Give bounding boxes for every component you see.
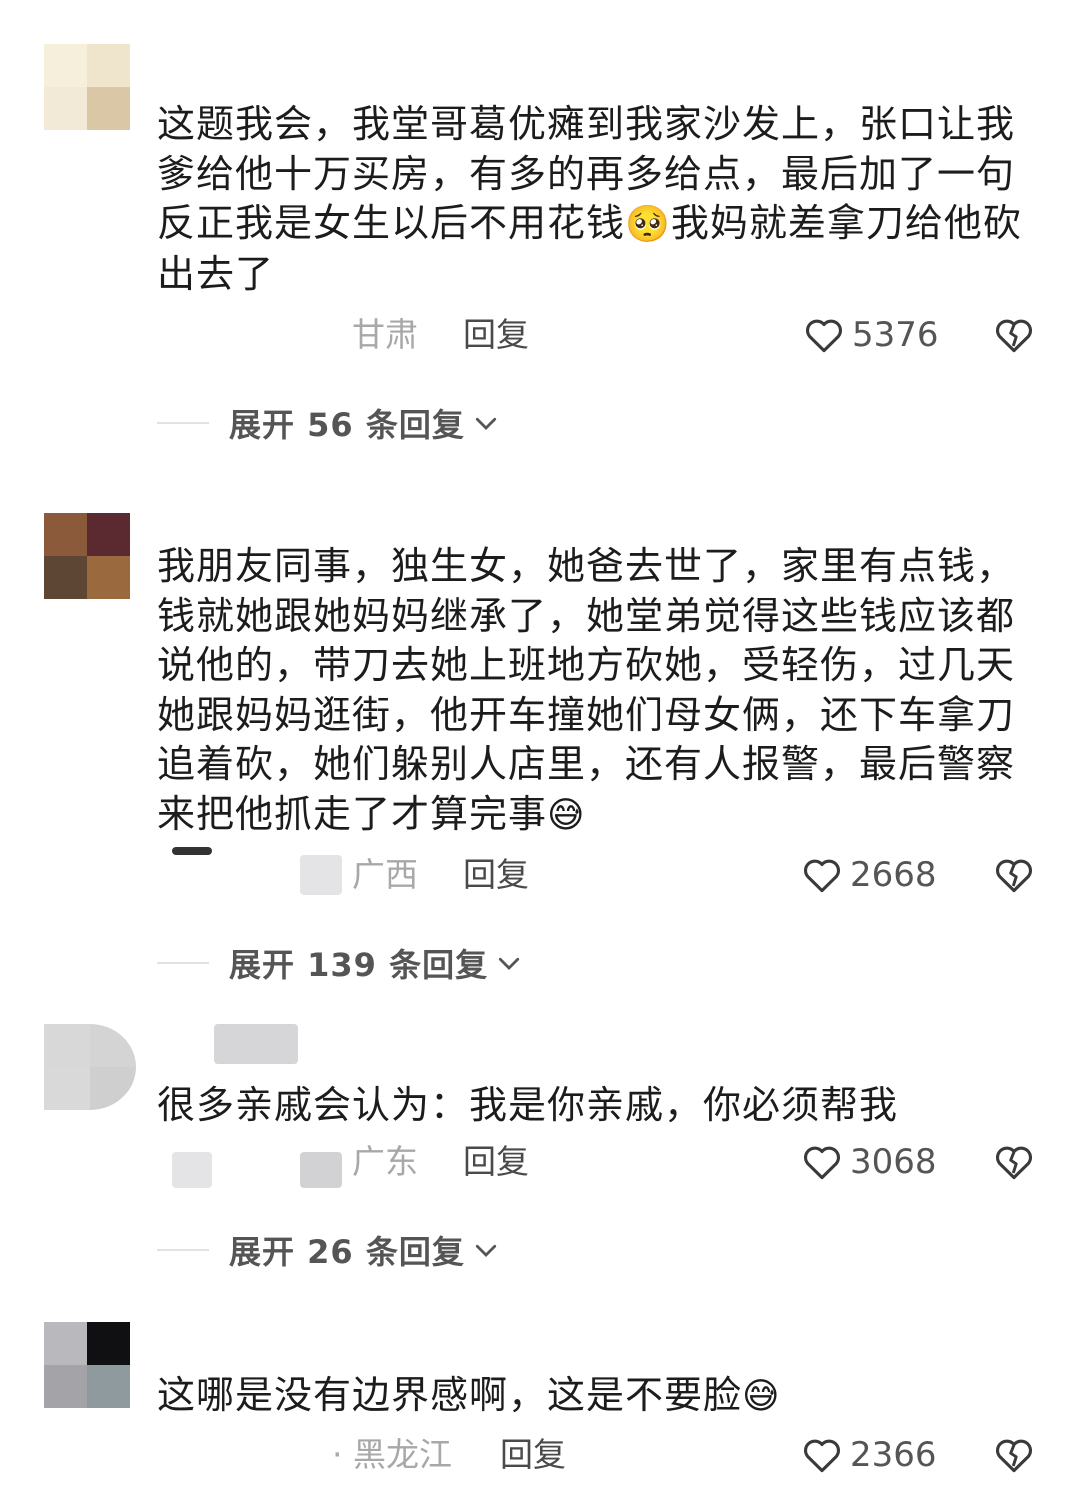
avatar[interactable] xyxy=(44,44,130,130)
broken-heart-icon[interactable] xyxy=(992,1433,1036,1477)
avatar-tile xyxy=(87,1322,130,1365)
comment-meta: 广东 回复 3068 xyxy=(0,1132,1080,1192)
redacted-username xyxy=(214,1024,298,1064)
grinning-sweat-emoji: 😅 xyxy=(742,1376,781,1417)
like-button[interactable]: 5376 xyxy=(802,305,939,365)
broken-heart-icon[interactable] xyxy=(992,313,1036,357)
avatar-tile xyxy=(44,513,87,556)
comment-meta: · 黑龙江 回复 2366 xyxy=(0,1425,1080,1485)
reply-button[interactable]: 回复 xyxy=(463,1132,529,1192)
heart-outline-icon xyxy=(804,859,840,893)
location-label: 广西 xyxy=(352,855,418,894)
comment-text[interactable]: 这哪是没有边界感啊，这是不要脸😅 xyxy=(157,1371,1037,1422)
grinning-sweat-emoji: 😅 xyxy=(547,794,586,836)
reply-button[interactable]: 回复 xyxy=(463,845,529,905)
like-button[interactable]: 2668 xyxy=(800,845,937,905)
divider xyxy=(157,1249,209,1251)
location-label: · 黑龙江 xyxy=(332,1435,452,1474)
heart-outline-icon xyxy=(806,319,842,353)
avatar-tile xyxy=(87,513,130,556)
comment-meta: 广西 回复 2668 xyxy=(0,845,1080,905)
chevron-down-icon xyxy=(475,417,496,430)
avatar[interactable] xyxy=(44,513,130,599)
like-count: 5376 xyxy=(852,315,939,355)
like-button[interactable]: 3068 xyxy=(800,1132,937,1192)
avatar[interactable] xyxy=(44,1024,136,1110)
redacted-tag xyxy=(172,847,212,855)
like-count: 2366 xyxy=(850,1435,937,1475)
avatar-tile xyxy=(44,1365,87,1408)
expand-replies-label: 展开 26 条回复 xyxy=(229,1233,465,1271)
heart-outline-icon xyxy=(804,1439,840,1473)
avatar-tile xyxy=(44,87,87,130)
avatar-tile xyxy=(87,87,130,130)
divider xyxy=(157,422,209,424)
divider xyxy=(157,962,209,964)
comment-text[interactable]: 我朋友同事，独生女，她爸去世了，家里有点钱，钱就她跟她妈妈继承了，她堂弟觉得这些… xyxy=(157,542,1037,840)
avatar-tile xyxy=(44,556,87,599)
reply-button[interactable]: 回复 xyxy=(463,305,529,365)
heart-outline-icon xyxy=(804,1146,840,1180)
location-label: 广东 xyxy=(352,1142,418,1181)
location-label: 甘肃 xyxy=(352,315,418,354)
comment-meta: 甘肃 回复 5376 xyxy=(0,305,1080,365)
avatar-tile xyxy=(87,556,130,599)
avatar[interactable] xyxy=(44,1322,130,1408)
avatar-tile xyxy=(90,1067,136,1110)
like-button[interactable]: 2366 xyxy=(800,1425,937,1485)
expand-replies-button[interactable]: 展开 26 条回复 xyxy=(157,1225,501,1275)
avatar-tile xyxy=(87,44,130,87)
redacted-tag xyxy=(172,1152,212,1188)
expand-replies-button[interactable]: 展开 56 条回复 xyxy=(157,398,501,448)
comment-text[interactable]: 很多亲戚会认为：我是你亲戚，你必须帮我 xyxy=(157,1081,1037,1131)
expand-replies-button[interactable]: 展开 139 条回复 xyxy=(157,938,524,988)
like-count: 2668 xyxy=(850,855,937,895)
chevron-down-icon xyxy=(475,1244,496,1257)
expand-replies-label: 展开 139 条回复 xyxy=(229,946,489,984)
chevron-down-icon xyxy=(498,957,520,970)
avatar-tile xyxy=(44,44,87,87)
broken-heart-icon[interactable] xyxy=(992,853,1036,897)
avatar-tile xyxy=(44,1024,90,1067)
pleading-face-emoji: 🥺 xyxy=(625,204,671,245)
redacted-tag xyxy=(300,855,342,895)
reply-button[interactable]: 回复 xyxy=(500,1425,566,1485)
broken-heart-icon[interactable] xyxy=(992,1140,1036,1184)
expand-replies-label: 展开 56 条回复 xyxy=(229,406,465,444)
avatar-tile xyxy=(87,1365,130,1408)
avatar-tile xyxy=(44,1322,87,1365)
avatar-tile xyxy=(44,1067,90,1110)
comment-text[interactable]: 这题我会，我堂哥葛优瘫到我家沙发上，张口让我爹给他十万买房，有多的再多给点，最后… xyxy=(157,100,1037,299)
like-count: 3068 xyxy=(850,1142,937,1182)
avatar-tile xyxy=(90,1024,136,1067)
redacted-tag xyxy=(300,1152,342,1188)
